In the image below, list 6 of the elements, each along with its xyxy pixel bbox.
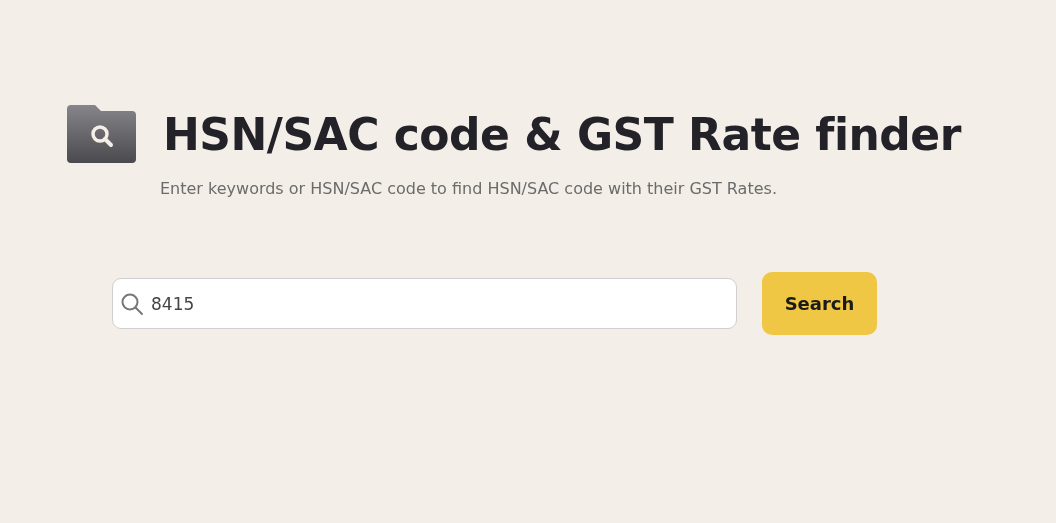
page-subtitle: Enter keywords or HSN/SAC code to find HSN/SAC code with their GST Rates. <box>160 179 778 198</box>
search-icon <box>120 292 144 316</box>
search-field[interactable]: 8415 <box>112 278 737 329</box>
search-button[interactable]: Search <box>762 272 877 335</box>
folder-search-icon <box>67 105 136 163</box>
page-title: HSN/SAC code & GST Rate finder <box>163 108 961 160</box>
